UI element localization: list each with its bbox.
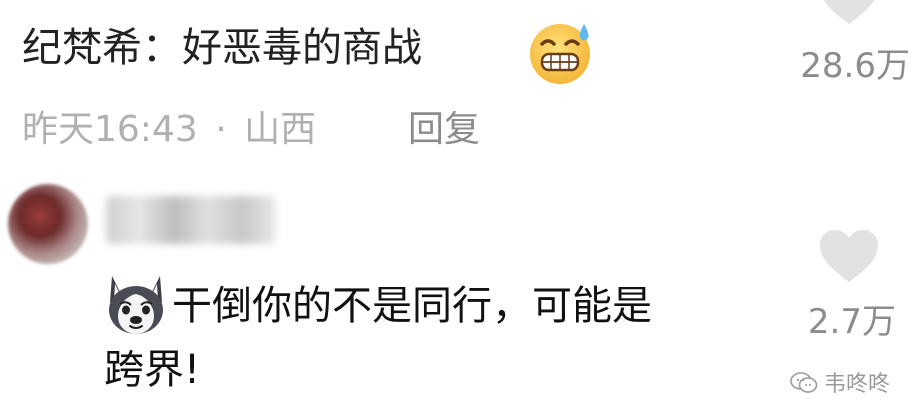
grinning-sweat-emoji: [528, 18, 596, 90]
like-heart-icon[interactable]: [820, 0, 878, 26]
comment-reply-text: 纪梵希：好恶毒的商战: [22, 24, 422, 72]
husky-dog-emoji: [104, 272, 168, 340]
like-count: 2.7万: [807, 302, 896, 342]
comment-location: 山西: [244, 109, 317, 150]
comment-body-line2: 跨界!: [104, 347, 201, 393]
like-heart-icon[interactable]: [820, 230, 878, 284]
watermark: 韦咚咚: [790, 372, 890, 398]
watermark-text: 韦咚咚: [824, 372, 891, 397]
comment-body-line1: 干倒你的不是同行，可能是: [172, 283, 652, 329]
meta-separator: ·: [215, 109, 227, 150]
wechat-bubble-icon: [790, 372, 818, 398]
reply-button[interactable]: 回复: [408, 108, 480, 152]
comment-time: 昨天16:43: [22, 109, 198, 150]
username-blurred[interactable]: [106, 196, 276, 244]
comment-author-label: 纪梵希：: [22, 25, 182, 71]
comment-body: 好恶毒的商战: [182, 25, 422, 71]
like-count: 28.6万: [800, 46, 910, 86]
avatar[interactable]: [8, 184, 88, 264]
comment-meta: 昨天16:43 · 山西: [22, 108, 316, 152]
